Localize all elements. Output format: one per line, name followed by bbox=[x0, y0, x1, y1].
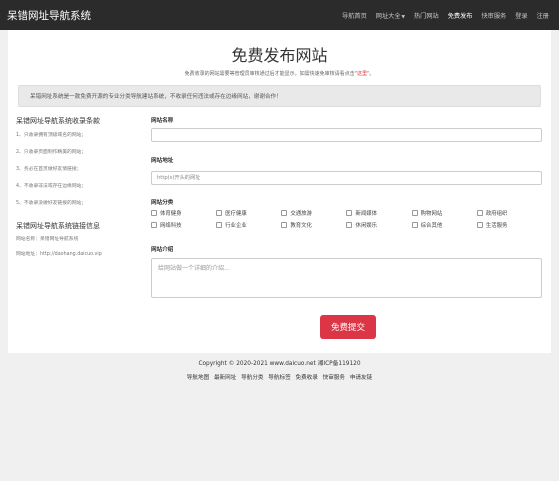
nav-free-submit[interactable]: 免费发布 bbox=[448, 11, 473, 20]
category-option[interactable]: 交通旅游 bbox=[281, 209, 346, 217]
category-option-label: 生活服务 bbox=[485, 223, 508, 229]
nav-register[interactable]: 注册 bbox=[537, 11, 549, 20]
checkbox[interactable] bbox=[346, 210, 353, 216]
site-category-label: 网站分类 bbox=[151, 200, 174, 206]
category-checkbox-group: 体育健身 医疗健康 交通旅游 新闻媒体 购物网站 政府组织 网络科技 行业企业 … bbox=[151, 209, 542, 229]
category-option[interactable]: 医疗健康 bbox=[216, 209, 281, 217]
footer-link-fast-review[interactable]: 快审服务 bbox=[323, 375, 345, 381]
nav-sites-directory[interactable]: 网址大全▼ bbox=[376, 11, 405, 20]
category-option-label: 医疗健康 bbox=[225, 211, 247, 217]
top-navbar: 呆错网址导航系统 导航首页 网址大全▼ 热门网站 免费发布 快审服务 登录 注册 bbox=[0, 0, 559, 30]
brand-logo[interactable]: 呆错网址导航系统 bbox=[7, 8, 91, 23]
rule-item: 3、务必在首页做好友情链接； bbox=[16, 167, 82, 172]
category-option-label: 休闲娱乐 bbox=[355, 223, 378, 229]
rules-panel: 呆错网址导航系统收录条款 1、只收录拥有顶级域名的网站； 2、只收录页面制作精美… bbox=[16, 116, 148, 265]
nav-login[interactable]: 登录 bbox=[515, 11, 527, 20]
footer-link-tags[interactable]: 导航标签 bbox=[268, 375, 290, 381]
category-option-label: 购物网站 bbox=[420, 211, 443, 217]
category-option-label: 新闻媒体 bbox=[355, 211, 378, 217]
link-info-name: 网站名称：呆错网址导航系统 bbox=[16, 237, 79, 242]
category-option[interactable]: 购物网站 bbox=[411, 209, 477, 217]
rule-item: 2、只收录页面制作精美的网站； bbox=[16, 150, 87, 155]
nav-sites-directory-label: 网址大全 bbox=[375, 12, 401, 20]
footer-link-latest[interactable]: 最新网址 bbox=[214, 375, 236, 381]
caret-down-icon: ▼ bbox=[401, 14, 405, 20]
category-option[interactable]: 网络科技 bbox=[151, 221, 216, 229]
nav-home[interactable]: 导航首页 bbox=[342, 11, 367, 20]
category-option[interactable]: 生活服务 bbox=[476, 221, 542, 229]
subtitle-end: 。 bbox=[369, 71, 375, 77]
nav-hot-sites[interactable]: 热门网站 bbox=[414, 11, 439, 20]
submit-button[interactable]: 免费提交 bbox=[320, 315, 376, 339]
footer-link-friend-link[interactable]: 申请友链 bbox=[350, 375, 372, 381]
category-option[interactable]: 体育健身 bbox=[151, 209, 216, 217]
link-info-url: 网站地址：http://daohang.daicuo.vip bbox=[16, 252, 102, 257]
checkbox[interactable] bbox=[151, 222, 157, 228]
category-option[interactable]: 政府组织 bbox=[476, 209, 542, 217]
checkbox[interactable] bbox=[216, 210, 223, 216]
checkbox[interactable] bbox=[216, 222, 223, 228]
page-title: 免费发布网站 bbox=[231, 46, 328, 65]
category-option[interactable]: 教育文化 bbox=[281, 221, 346, 229]
footer-links: 导航地图 最新网址 导航分类 导航标签 免费收录 快审服务 申请友链 bbox=[0, 373, 559, 381]
fast-review-link[interactable]: "这里" bbox=[355, 71, 370, 77]
category-option-label: 交通旅游 bbox=[290, 211, 312, 217]
checkbox[interactable] bbox=[476, 210, 483, 216]
rule-item: 5、不收录没做好友链接的网站； bbox=[16, 201, 87, 206]
category-option-label: 行业企业 bbox=[225, 223, 247, 229]
rules-title: 呆错网址导航系统收录条款 bbox=[16, 117, 100, 125]
link-info-title: 呆错网址导航系统链接信息 bbox=[16, 222, 100, 230]
notice-banner: 呆错网址系统是一款免费开源的专业分类导航建站系统，不收录任何违法或存在边缘网站，… bbox=[18, 85, 541, 107]
category-option[interactable]: 新闻媒体 bbox=[346, 209, 411, 217]
site-url-label: 网站地址 bbox=[151, 158, 174, 164]
site-url-input[interactable] bbox=[151, 171, 542, 185]
rule-item: 4、不收录非法或存在边缘网站； bbox=[16, 184, 87, 189]
category-option-label: 综合其他 bbox=[420, 223, 443, 229]
category-option-label: 教育文化 bbox=[290, 223, 312, 229]
main-nav: 导航首页 网址大全▼ 热门网站 免费发布 快审服务 登录 注册 bbox=[342, 0, 549, 30]
rule-item: 1、只收录拥有顶级域名的网站； bbox=[16, 133, 87, 138]
category-option[interactable]: 综合其他 bbox=[411, 221, 477, 229]
checkbox[interactable] bbox=[411, 210, 418, 216]
category-option-label: 政府组织 bbox=[485, 211, 508, 217]
site-desc-label: 网站介绍 bbox=[151, 247, 174, 253]
category-option[interactable]: 休闲娱乐 bbox=[346, 221, 411, 229]
checkbox[interactable] bbox=[281, 210, 288, 216]
footer-link-sitemap[interactable]: 导航地图 bbox=[187, 375, 209, 381]
subtitle-text: 免费收录的网站需要等管理员审核通过后才能显示，如需快速免审核请看点击 bbox=[184, 71, 355, 77]
site-desc-textarea[interactable] bbox=[151, 258, 542, 298]
page-subtitle: 免费收录的网站需要等管理员审核通过后才能显示，如需快速免审核请看点击"这里"。 bbox=[8, 70, 551, 77]
main-card: 免费发布网站 免费收录的网站需要等管理员审核通过后才能显示，如需快速免审核请看点… bbox=[8, 30, 551, 353]
footer-link-categories[interactable]: 导航分类 bbox=[241, 375, 263, 381]
footer-copyright: Copyright © 2020-2021 www.daicuo.net 湘IC… bbox=[198, 361, 361, 367]
checkbox[interactable] bbox=[346, 222, 353, 228]
site-name-label: 网站名称 bbox=[151, 118, 174, 124]
category-option-label: 网络科技 bbox=[160, 223, 182, 229]
footer-link-free-submit[interactable]: 免费收录 bbox=[295, 375, 317, 381]
category-option[interactable]: 行业企业 bbox=[216, 221, 281, 229]
nav-fast-review[interactable]: 快审服务 bbox=[482, 11, 507, 20]
category-option-label: 体育健身 bbox=[160, 211, 182, 217]
checkbox[interactable] bbox=[281, 222, 288, 228]
checkbox[interactable] bbox=[151, 210, 157, 216]
site-name-input[interactable] bbox=[151, 128, 542, 142]
checkbox[interactable] bbox=[411, 222, 418, 228]
checkbox[interactable] bbox=[476, 222, 483, 228]
